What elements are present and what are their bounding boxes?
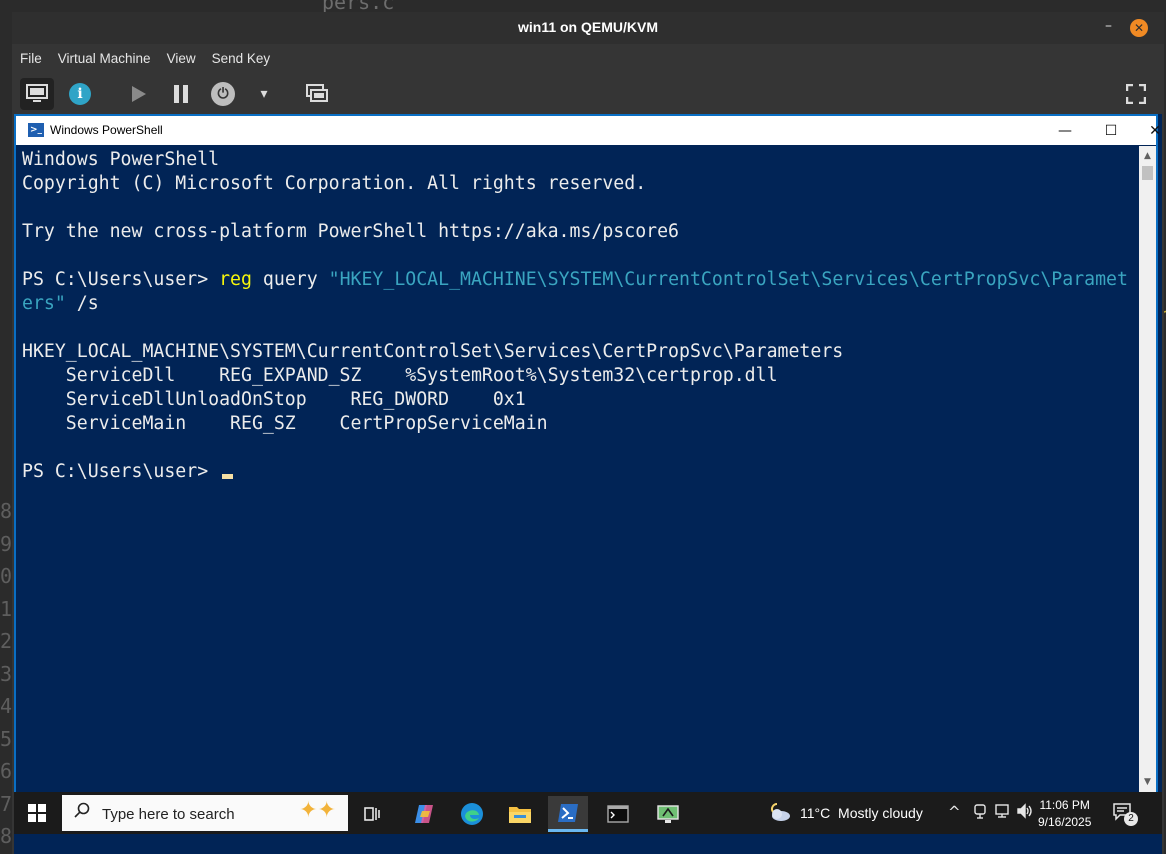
guest-display[interactable]: >_ Windows PowerShell — ☐ ✕ Windows Powe… xyxy=(14,114,1162,854)
menu-view[interactable]: View xyxy=(159,45,204,66)
taskbar-file-explorer[interactable] xyxy=(500,796,540,832)
prompt-text: PS C:\Users\user> xyxy=(22,461,220,482)
console-line: ​ xyxy=(22,436,1134,460)
power-icon: ⏻ xyxy=(211,82,235,106)
weather-description: Mostly cloudy xyxy=(838,805,923,821)
scroll-down-icon[interactable]: ▼ xyxy=(1139,774,1156,790)
registry-value-line: ServiceMain REG_SZ CertPropServiceMain xyxy=(22,413,548,434)
weather-cloudy-icon xyxy=(766,801,792,828)
copilot-icon xyxy=(415,805,433,823)
menu-send-key[interactable]: Send Key xyxy=(204,45,279,66)
terminal-icon xyxy=(607,805,629,823)
console-line: ​ xyxy=(22,316,1134,340)
tray-meet-icon[interactable] xyxy=(972,803,988,823)
scrollbar-thumb[interactable] xyxy=(1142,166,1153,180)
vm-close-button[interactable]: ✕ xyxy=(1130,19,1148,37)
ps-minimize-button[interactable]: — xyxy=(1050,120,1080,142)
console-line: ​ xyxy=(22,196,1134,220)
notification-center-button[interactable]: 2 xyxy=(1112,801,1138,826)
fullscreen-icon xyxy=(1125,83,1147,105)
taskbar-powershell[interactable] xyxy=(548,796,588,832)
scroll-up-icon[interactable]: ▲ xyxy=(1139,148,1156,164)
details-view-button[interactable]: i xyxy=(66,80,94,108)
console-command-line: PS C:\Users\user> reg query "HKEY_LOCAL_… xyxy=(22,268,1134,292)
snapshots-button[interactable] xyxy=(303,80,331,108)
taskbar-edge[interactable] xyxy=(452,796,492,832)
task-view-button[interactable] xyxy=(352,796,392,832)
windows-logo-icon xyxy=(38,814,46,822)
volume-icon[interactable] xyxy=(1016,803,1034,823)
weather-widget[interactable]: 11°C Mostly cloudy xyxy=(800,805,923,821)
taskbar-clock[interactable]: 11:06 PM 9/16/2025 xyxy=(1038,797,1091,831)
registry-value-line: ServiceDll REG_EXPAND_SZ %SystemRoot%\Sy… xyxy=(22,365,778,386)
task-view-icon xyxy=(364,807,380,821)
taskbar-terminal[interactable] xyxy=(598,796,638,832)
windows-taskbar: Type here to search ✦✦ 11°C Mostly cloud… xyxy=(14,792,1162,834)
play-icon xyxy=(132,86,146,102)
registry-value-line: ServiceDllUnloadOnStop REG_DWORD 0x1 xyxy=(22,389,526,410)
powershell-icon xyxy=(558,803,578,822)
powershell-window: >_ Windows PowerShell — ☐ ✕ Windows Powe… xyxy=(14,114,1161,794)
console-line: Copyright (C) Microsoft Corporation. All… xyxy=(22,173,647,194)
weather-temperature: 11°C xyxy=(800,805,831,821)
console-output[interactable]: Windows PowerShell Copyright (C) Microsof… xyxy=(22,146,1134,792)
command-switch: /s xyxy=(65,293,99,314)
taskbar-copilot[interactable] xyxy=(404,796,444,832)
vertical-scrollbar[interactable]: ▲ ▼ xyxy=(1139,146,1156,792)
pause-button[interactable] xyxy=(167,80,195,108)
console-line: Windows PowerShell xyxy=(22,149,220,170)
fullscreen-button[interactable] xyxy=(1125,83,1147,108)
shutdown-button[interactable]: ⏻ xyxy=(209,80,237,108)
windows-logo-icon xyxy=(38,804,46,812)
vm-toolbar: i ⏻ ▾ xyxy=(12,74,1164,114)
notification-badge: 2 xyxy=(1124,812,1138,826)
pause-icon xyxy=(174,85,188,103)
vm-window-title: win11 on QEMU/KVM xyxy=(517,19,658,35)
taskbar-remote-app[interactable] xyxy=(648,796,688,832)
monitor-icon xyxy=(26,84,48,102)
windows-logo-icon xyxy=(28,804,36,812)
network-icon[interactable] xyxy=(994,803,1010,823)
prompt-text: PS C:\Users\user> xyxy=(22,269,220,290)
powershell-titlebar[interactable]: >_ Windows PowerShell — ☐ ✕ xyxy=(16,116,1161,145)
command-string-arg: "HKEY_LOCAL_MACHINE\SYSTEM\CurrentContro… xyxy=(328,269,1128,290)
console-line: ​ xyxy=(22,244,1134,268)
run-button[interactable] xyxy=(124,80,152,108)
info-icon: i xyxy=(69,83,91,105)
vm-titlebar[interactable]: win11 on QEMU/KVM – ✕ xyxy=(12,12,1164,44)
ps-close-button[interactable]: ✕ xyxy=(1140,120,1166,142)
powershell-app-icon: >_ xyxy=(28,123,44,137)
clock-time: 11:06 PM xyxy=(1039,798,1090,812)
search-highlight-icon[interactable]: ✦✦ xyxy=(299,798,336,823)
menu-virtual-machine[interactable]: Virtual Machine xyxy=(50,45,159,66)
powershell-window-title: Windows PowerShell xyxy=(50,123,163,137)
folder-icon xyxy=(509,807,531,823)
console-line: Try the new cross-platform PowerShell ht… xyxy=(22,221,679,242)
start-button[interactable] xyxy=(28,804,46,822)
command-string-arg-wrap: ers" xyxy=(22,293,66,314)
ps-maximize-button[interactable]: ☐ xyxy=(1096,120,1126,142)
snapshots-icon xyxy=(306,84,328,102)
vm-menubar: File Virtual Machine View Send Key xyxy=(12,45,1164,71)
windows-logo-icon xyxy=(28,814,36,822)
menu-file[interactable]: File xyxy=(12,45,50,66)
remote-desktop-icon xyxy=(657,805,679,823)
shutdown-menu-dropdown[interactable]: ▾ xyxy=(250,80,278,108)
taskbar-search-box[interactable]: Type here to search ✦✦ xyxy=(62,795,348,831)
console-view-button[interactable] xyxy=(20,78,54,110)
command-name: reg xyxy=(219,269,252,290)
console-prompt-line[interactable]: PS C:\Users\user> xyxy=(22,460,1134,484)
show-hidden-icons-chevron[interactable]: ^ xyxy=(948,803,961,821)
command-args: query xyxy=(251,269,329,290)
text-cursor xyxy=(222,474,234,479)
search-icon xyxy=(74,802,90,823)
console-command-line-wrap: ers" /s xyxy=(22,292,1134,316)
clock-date: 9/16/2025 xyxy=(1038,815,1092,829)
search-placeholder: Type here to search xyxy=(102,806,235,823)
vm-minimize-button[interactable]: – xyxy=(1105,18,1112,34)
registry-key-line: HKEY_LOCAL_MACHINE\SYSTEM\CurrentControl… xyxy=(22,341,844,362)
edge-browser-icon xyxy=(461,803,483,825)
